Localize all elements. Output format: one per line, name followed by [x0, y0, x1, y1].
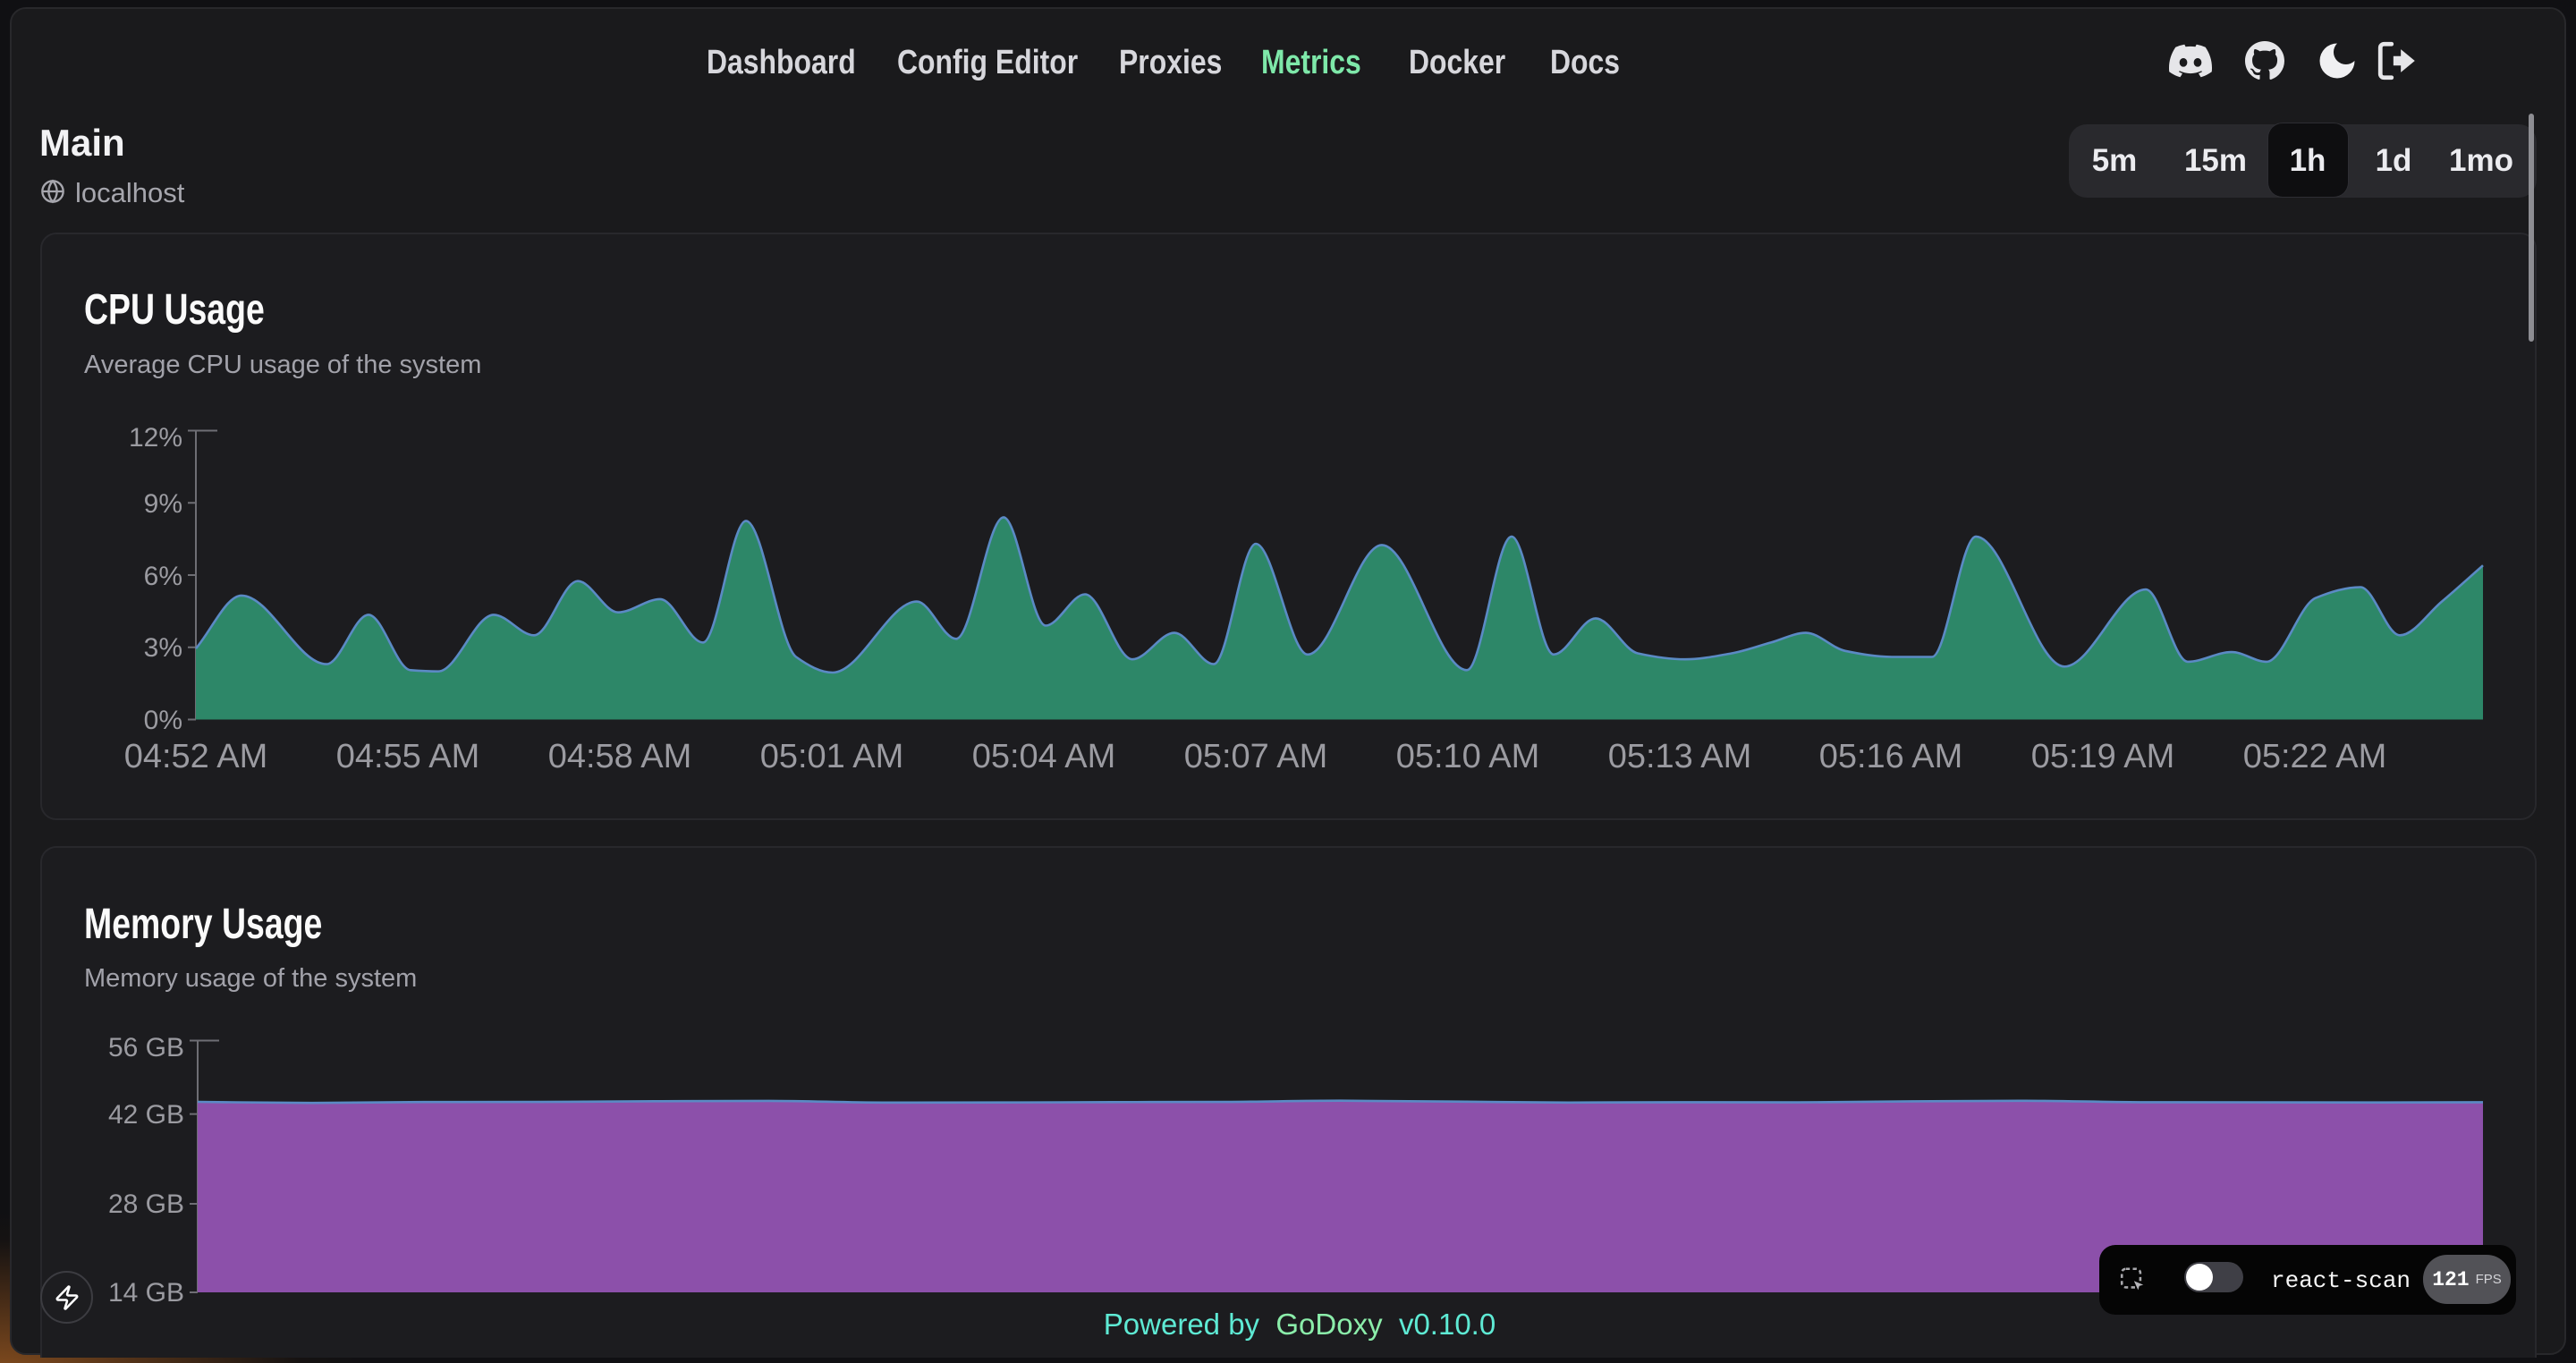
svg-text:0%: 0% — [144, 706, 182, 735]
svg-text:56 GB: 56 GB — [108, 1033, 184, 1062]
svg-text:28 GB: 28 GB — [108, 1189, 184, 1219]
svg-text:12%: 12% — [129, 423, 182, 453]
svg-text:04:52 AM: 04:52 AM — [124, 738, 268, 775]
svg-text:05:07 AM: 05:07 AM — [1184, 738, 1328, 775]
svg-text:05:22 AM: 05:22 AM — [2243, 738, 2387, 775]
svg-text:42 GB: 42 GB — [108, 1100, 184, 1130]
svg-text:3%: 3% — [144, 633, 182, 663]
svg-text:14 GB: 14 GB — [108, 1278, 184, 1308]
svg-text:6%: 6% — [144, 562, 182, 591]
svg-text:05:10 AM: 05:10 AM — [1396, 738, 1540, 775]
svg-text:04:58 AM: 04:58 AM — [548, 738, 692, 775]
svg-text:05:01 AM: 05:01 AM — [760, 738, 904, 775]
svg-text:05:19 AM: 05:19 AM — [2031, 738, 2175, 775]
svg-text:05:16 AM: 05:16 AM — [1819, 738, 1963, 775]
svg-text:9%: 9% — [144, 489, 182, 519]
svg-text:05:04 AM: 05:04 AM — [972, 738, 1116, 775]
svg-text:04:55 AM: 04:55 AM — [336, 738, 480, 775]
svg-text:05:13 AM: 05:13 AM — [1608, 738, 1752, 775]
